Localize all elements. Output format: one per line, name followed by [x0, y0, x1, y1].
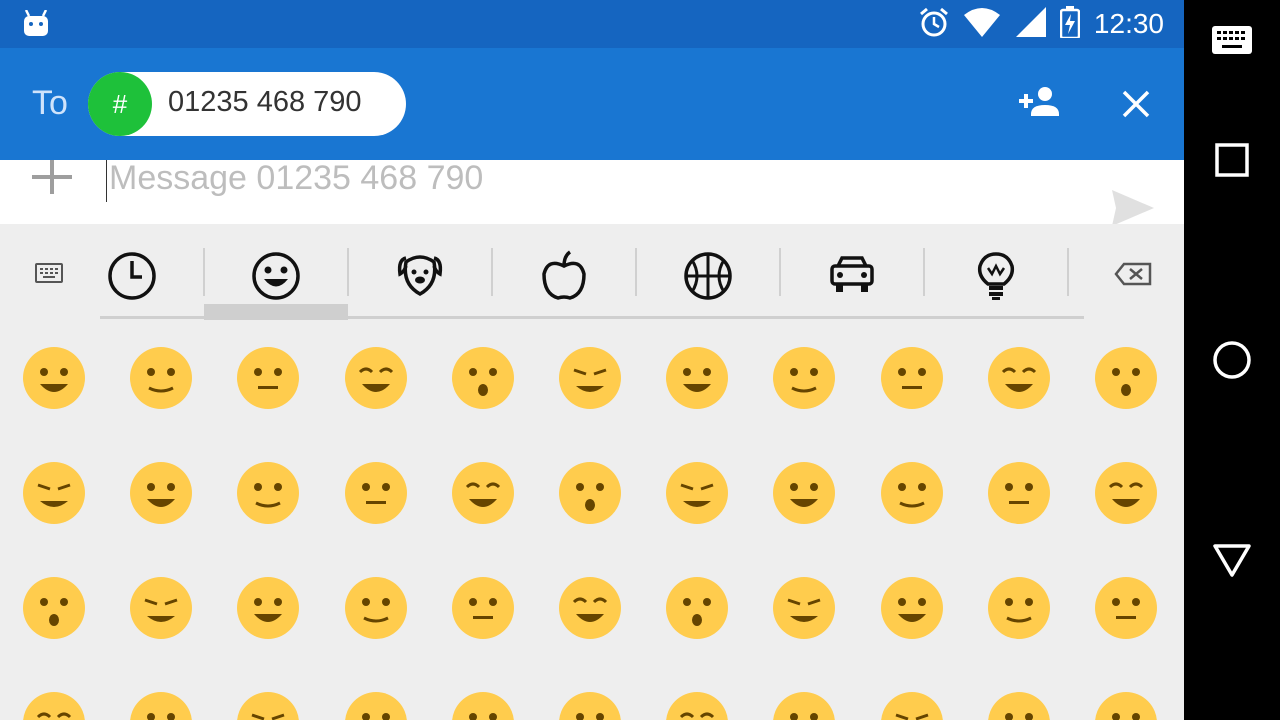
battery-charging-icon	[1059, 5, 1081, 43]
clock: 12:30	[1093, 8, 1164, 39]
emoji-key[interactable]	[880, 691, 944, 720]
emoji-key[interactable]	[344, 346, 408, 410]
emoji-key[interactable]	[344, 691, 408, 720]
smiley-icon	[252, 252, 300, 300]
recent-clock-icon	[108, 252, 156, 300]
attach-button[interactable]	[28, 160, 76, 196]
emoji-key[interactable]	[236, 461, 300, 525]
to-label: To	[32, 84, 68, 122]
emoji-key[interactable]	[129, 691, 193, 720]
screen: 12:30 To # 01235 468 790	[0, 0, 1184, 720]
emoji-key[interactable]	[22, 346, 86, 410]
recents-button[interactable]	[1204, 132, 1260, 188]
home-button[interactable]	[1204, 332, 1260, 388]
emoji-key[interactable]	[772, 461, 836, 525]
backspace-button[interactable]	[1110, 256, 1158, 292]
emoji-key[interactable]	[880, 576, 944, 640]
android-robot-icon	[22, 9, 50, 41]
emoji-key[interactable]	[129, 576, 193, 640]
emoji-key[interactable]	[344, 576, 408, 640]
message-input[interactable]	[106, 160, 1006, 202]
backspace-icon	[1114, 262, 1152, 286]
emoji-key[interactable]	[1094, 461, 1158, 525]
emoji-key[interactable]	[665, 346, 729, 410]
emoji-key[interactable]	[344, 461, 408, 525]
emoji-key[interactable]	[129, 346, 193, 410]
emoji-key[interactable]	[22, 461, 86, 525]
tab-selected-indicator	[204, 304, 348, 320]
tab-food[interactable]	[492, 244, 636, 308]
back-icon	[1213, 544, 1251, 577]
wifi-icon	[963, 7, 1000, 42]
status-bar: 12:30	[0, 0, 1184, 48]
emoji-key[interactable]	[451, 576, 515, 640]
tab-divider	[1067, 248, 1069, 296]
emoji-key[interactable]	[451, 346, 515, 410]
apple-icon	[542, 250, 586, 300]
send-icon	[1112, 190, 1154, 224]
emoji-key[interactable]	[665, 576, 729, 640]
emoji-key[interactable]	[129, 461, 193, 525]
add-contact-icon	[1019, 87, 1059, 116]
tab-objects[interactable]	[924, 244, 1068, 308]
emoji-key[interactable]	[665, 691, 729, 720]
emoji-key[interactable]	[772, 691, 836, 720]
emoji-key[interactable]	[880, 461, 944, 525]
plus-icon	[32, 160, 72, 194]
add-contact-button[interactable]	[1016, 84, 1062, 124]
emoji-key[interactable]	[22, 576, 86, 640]
home-icon	[1213, 341, 1251, 379]
emoji-key[interactable]	[987, 461, 1051, 525]
emoji-key[interactable]	[558, 346, 622, 410]
recipient-avatar: #	[88, 72, 152, 136]
keyboard-switch-button[interactable]	[1204, 12, 1260, 68]
emoji-key[interactable]	[451, 461, 515, 525]
emoji-key[interactable]	[1094, 346, 1158, 410]
recents-icon	[1215, 143, 1249, 177]
tab-sports[interactable]	[636, 244, 780, 308]
emoji-key[interactable]	[1094, 576, 1158, 640]
emoji-key[interactable]	[236, 346, 300, 410]
emoji-key[interactable]	[22, 691, 86, 720]
compose-bar	[0, 160, 1184, 224]
emoji-key[interactable]	[772, 346, 836, 410]
tab-travel[interactable]	[780, 244, 924, 308]
lightbulb-icon	[977, 252, 1015, 300]
emoji-key[interactable]	[558, 576, 622, 640]
emoji-grid	[0, 320, 1184, 720]
emoji-key[interactable]	[236, 576, 300, 640]
dog-icon	[397, 255, 443, 297]
emoji-key[interactable]	[558, 461, 622, 525]
emoji-key[interactable]	[987, 346, 1051, 410]
basketball-icon	[684, 252, 732, 300]
recipient-chip[interactable]: # 01235 468 790	[88, 72, 406, 136]
emoji-key[interactable]	[987, 691, 1051, 720]
send-button[interactable]	[1108, 186, 1158, 224]
close-button[interactable]	[1112, 80, 1160, 128]
navigation-bar	[1184, 0, 1280, 720]
back-button[interactable]	[1204, 532, 1260, 588]
status-icons: 12:30	[918, 5, 1164, 43]
signal-icon	[1014, 6, 1046, 42]
recipient-bar: To # 01235 468 790	[0, 48, 1184, 160]
emoji-key[interactable]	[558, 691, 622, 720]
tab-recent[interactable]	[60, 244, 204, 308]
emoji-key[interactable]	[880, 346, 944, 410]
close-icon	[1122, 90, 1150, 118]
recipient-number: 01235 468 790	[168, 86, 362, 118]
emoji-key[interactable]	[772, 576, 836, 640]
tab-animals[interactable]	[348, 244, 492, 308]
tab-smileys[interactable]	[204, 244, 348, 308]
keyboard-switch-icon	[1212, 26, 1252, 54]
alarm-icon	[918, 6, 950, 43]
emoji-key[interactable]	[236, 691, 300, 720]
emoji-key[interactable]	[1094, 691, 1158, 720]
emoji-key[interactable]	[987, 576, 1051, 640]
emoji-key[interactable]	[665, 461, 729, 525]
emoji-key[interactable]	[451, 691, 515, 720]
emoji-category-bar	[0, 224, 1184, 324]
car-icon	[830, 256, 874, 292]
